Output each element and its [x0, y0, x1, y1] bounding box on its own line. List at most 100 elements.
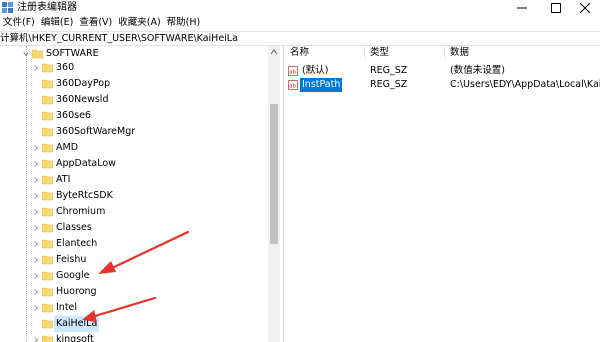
menu-edit[interactable]: 编辑(E) [38, 16, 76, 30]
expand-icon[interactable] [33, 160, 39, 168]
tree-node-label: KaiHeiLa [54, 316, 100, 332]
expand-icon[interactable] [33, 176, 39, 184]
tree-node[interactable]: Huorong [0, 284, 262, 300]
folder-icon [42, 239, 53, 249]
tree-node-label: Elantech [56, 238, 98, 249]
tree-node-label: 360se6 [56, 110, 91, 121]
expand-icon[interactable] [33, 224, 39, 232]
string-value-icon: ab [288, 80, 298, 90]
tree-node-label: Chromium [56, 206, 106, 217]
expand-icon[interactable] [33, 240, 39, 248]
folder-icon [42, 207, 53, 217]
folder-icon [42, 159, 53, 169]
window-title: 注册表编辑器 [17, 2, 77, 13]
tree-node-kaiheila[interactable]: KaiHeiLa [0, 316, 262, 332]
tree-node-label: AppDataLow [56, 158, 116, 169]
tree-node[interactable]: 360 [0, 60, 262, 76]
tree-node[interactable]: ByteRtcSDK [0, 188, 262, 204]
tree-node-label: ByteRtcSDK [56, 190, 113, 201]
folder-icon [42, 223, 53, 233]
tree-node-label: 360DayPop [56, 78, 111, 89]
tree-node[interactable]: Elantech [0, 236, 262, 252]
tree-node-label: 360Newsld [56, 94, 109, 105]
minimize-button[interactable] [507, 0, 537, 15]
tree-node-label: ATI [56, 174, 71, 185]
scroll-up-icon[interactable] [270, 48, 278, 56]
folder-icon [42, 79, 53, 89]
value-data: (数值未设置) [450, 65, 505, 76]
close-button[interactable] [570, 0, 600, 15]
menu-view[interactable]: 查看(V) [76, 16, 115, 30]
address-bar[interactable]: 计算机\HKEY_CURRENT_USER\SOFTWARE\KaiHeiLa [0, 31, 600, 46]
expand-icon[interactable] [33, 192, 39, 200]
tree-node[interactable]: Classes [0, 220, 262, 236]
folder-icon [42, 335, 53, 342]
value-type: REG_SZ [370, 79, 408, 90]
folder-icon [42, 143, 53, 153]
folder-icon [42, 303, 53, 313]
key-tree: SOFTWARE 360 360DayPop 360Newsld 360se6 … [0, 46, 280, 342]
tree-node[interactable]: AppDataLow [0, 156, 262, 172]
tree-node[interactable]: 360se6 [0, 108, 262, 124]
tree-scroll-thumb[interactable] [270, 104, 278, 244]
maximize-button[interactable] [541, 0, 571, 15]
folder-icon [32, 49, 43, 59]
folder-icon [42, 255, 53, 265]
tree-node[interactable]: Intel [0, 300, 262, 316]
menu-file[interactable]: 文件(F) [0, 16, 38, 30]
folder-icon [42, 287, 53, 297]
tree-node[interactable]: 360SoftWareMgr [0, 124, 262, 140]
column-separator[interactable] [364, 47, 365, 59]
values-pane: 名称 类型 数据 ab (默认) REG_SZ (数值未设置) ab InstP… [284, 46, 600, 342]
svg-text:ab: ab [289, 70, 296, 76]
address-path[interactable]: 计算机\HKEY_CURRENT_USER\SOFTWARE\KaiHeiLa [0, 32, 238, 45]
menu-favorites[interactable]: 收藏夹(A) [115, 16, 163, 30]
value-type: REG_SZ [370, 65, 408, 76]
tree-scrollbar[interactable] [268, 46, 280, 342]
string-value-icon: ab [288, 66, 298, 76]
expand-icon[interactable] [33, 256, 39, 264]
column-header-name[interactable]: 名称 [290, 46, 309, 60]
folder-icon [42, 191, 53, 201]
close-icon [580, 2, 590, 13]
tree-node-label: AMD [56, 142, 79, 153]
expand-icon[interactable] [33, 336, 39, 342]
column-header-type[interactable]: 类型 [370, 46, 389, 60]
value-row-default[interactable]: ab (默认) REG_SZ (数值未设置) [284, 64, 600, 78]
tree-node[interactable]: 360DayPop [0, 76, 262, 92]
tree-node-label: kingsoft [56, 334, 94, 342]
folder-icon [42, 63, 53, 73]
tree-node[interactable]: kingsoft [0, 332, 262, 342]
registry-editor-icon [2, 2, 13, 13]
menu-help[interactable]: 帮助(H) [164, 16, 204, 30]
folder-icon [42, 271, 53, 281]
folder-icon [42, 127, 53, 137]
folder-icon [42, 95, 53, 105]
tree-node-label: 360SoftWareMgr [56, 126, 136, 137]
value-row-instpath[interactable]: ab InstPath REG_SZ C:\Users\EDY\AppData\… [284, 78, 600, 92]
menu-bar: 文件(F) 编辑(E) 查看(V) 收藏夹(A) 帮助(H) [0, 16, 203, 30]
tree-node[interactable]: Chromium [0, 204, 262, 220]
expand-icon[interactable] [33, 304, 39, 312]
expand-icon[interactable] [33, 64, 39, 72]
tree-node[interactable]: 360Newsld [0, 92, 262, 108]
column-separator[interactable] [444, 47, 445, 59]
tree-node[interactable]: Google [0, 268, 262, 284]
value-name: (默认) [302, 65, 329, 76]
expand-icon[interactable] [33, 208, 39, 216]
tree-node-label: Google [56, 270, 90, 281]
folder-icon [42, 319, 53, 329]
expand-icon[interactable] [33, 144, 39, 152]
tree-node[interactable]: Feishu [0, 252, 262, 268]
expand-icon[interactable] [33, 272, 39, 280]
tree-node-label: 360 [56, 62, 75, 73]
title-bar: 注册表编辑器 [0, 0, 600, 15]
collapse-icon[interactable] [23, 50, 29, 58]
column-header-data[interactable]: 数据 [450, 46, 469, 60]
svg-text:ab: ab [289, 84, 296, 90]
folder-icon [42, 175, 53, 185]
expand-icon[interactable] [33, 288, 39, 296]
tree-node[interactable]: ATI [0, 172, 262, 188]
folder-icon [42, 111, 53, 121]
tree-node[interactable]: AMD [0, 140, 262, 156]
